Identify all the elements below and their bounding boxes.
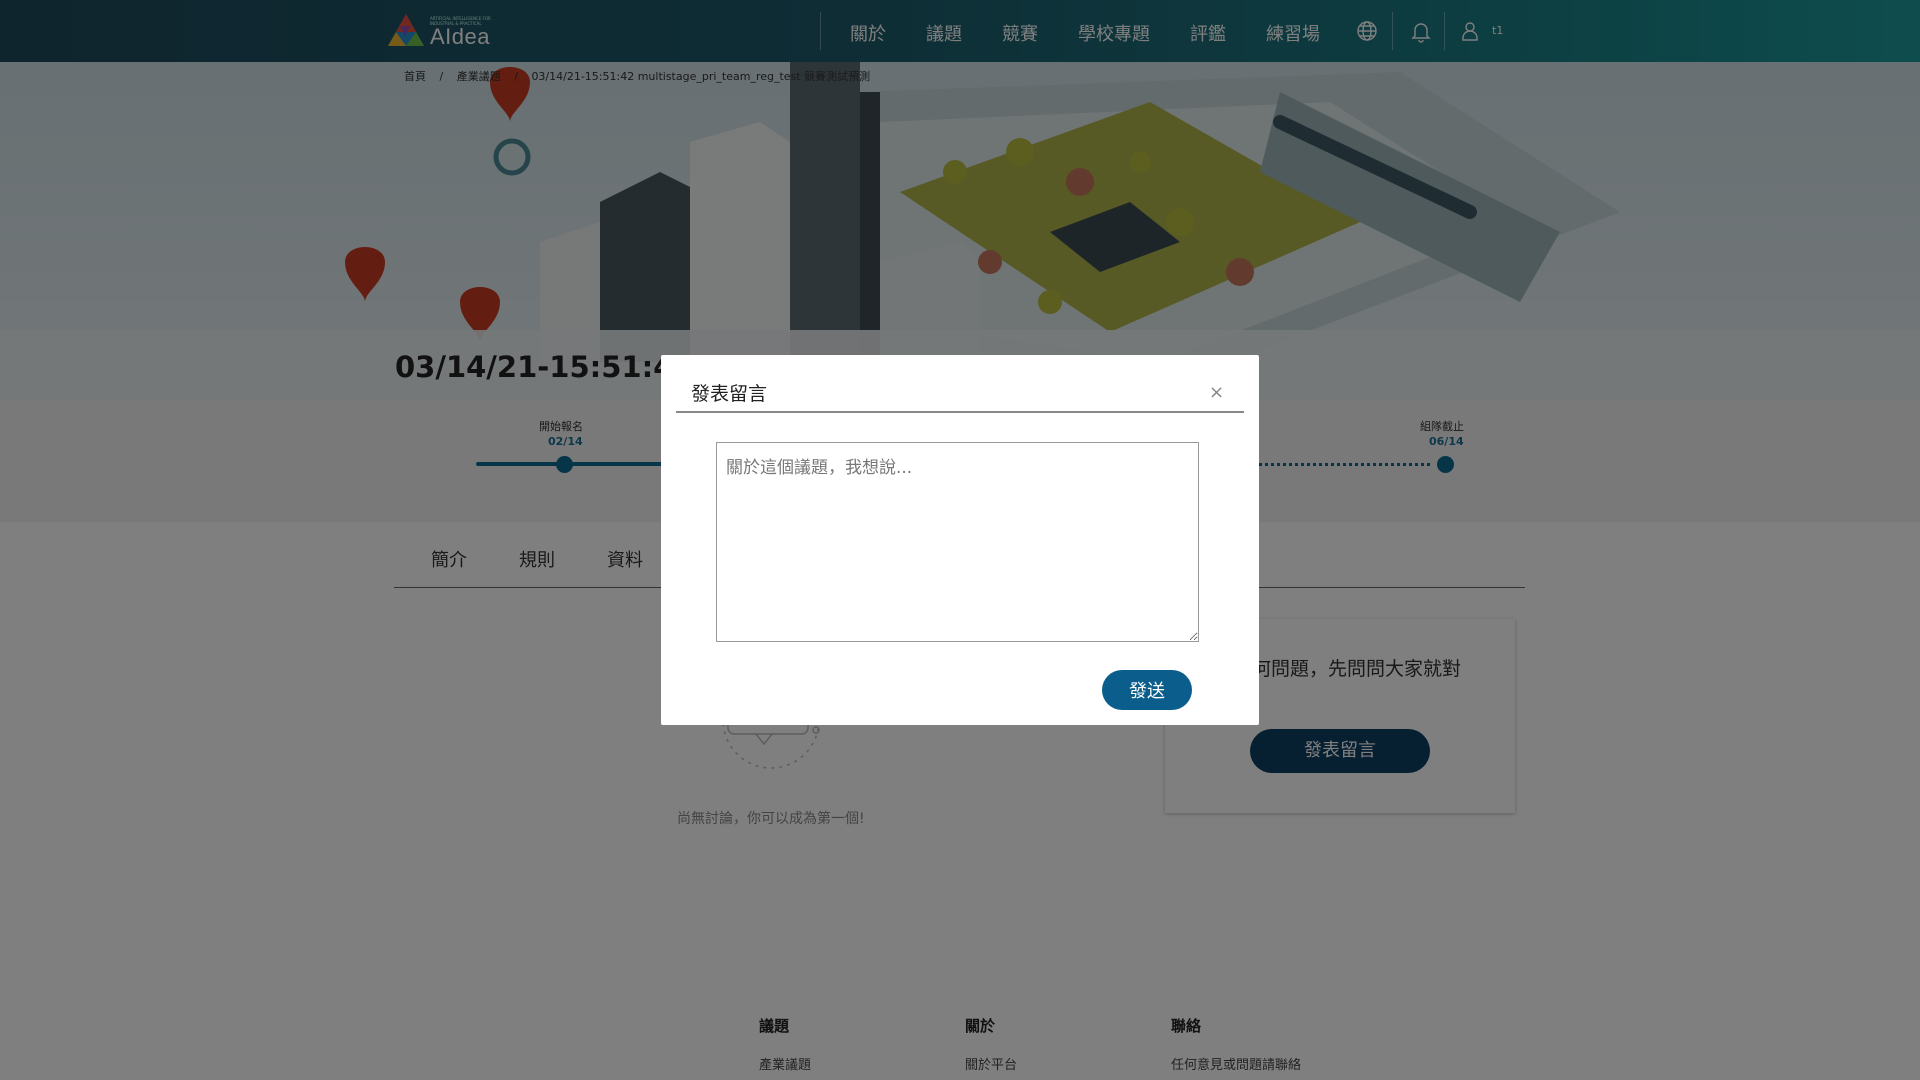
send-button[interactable]: 發送	[1102, 670, 1192, 710]
modal-title: 發表留言	[691, 383, 768, 405]
comment-textarea[interactable]	[716, 442, 1199, 642]
modal-divider	[676, 411, 1244, 413]
close-icon[interactable]: ×	[1209, 382, 1224, 403]
post-comment-modal: 發表留言 × 發送	[661, 355, 1259, 725]
